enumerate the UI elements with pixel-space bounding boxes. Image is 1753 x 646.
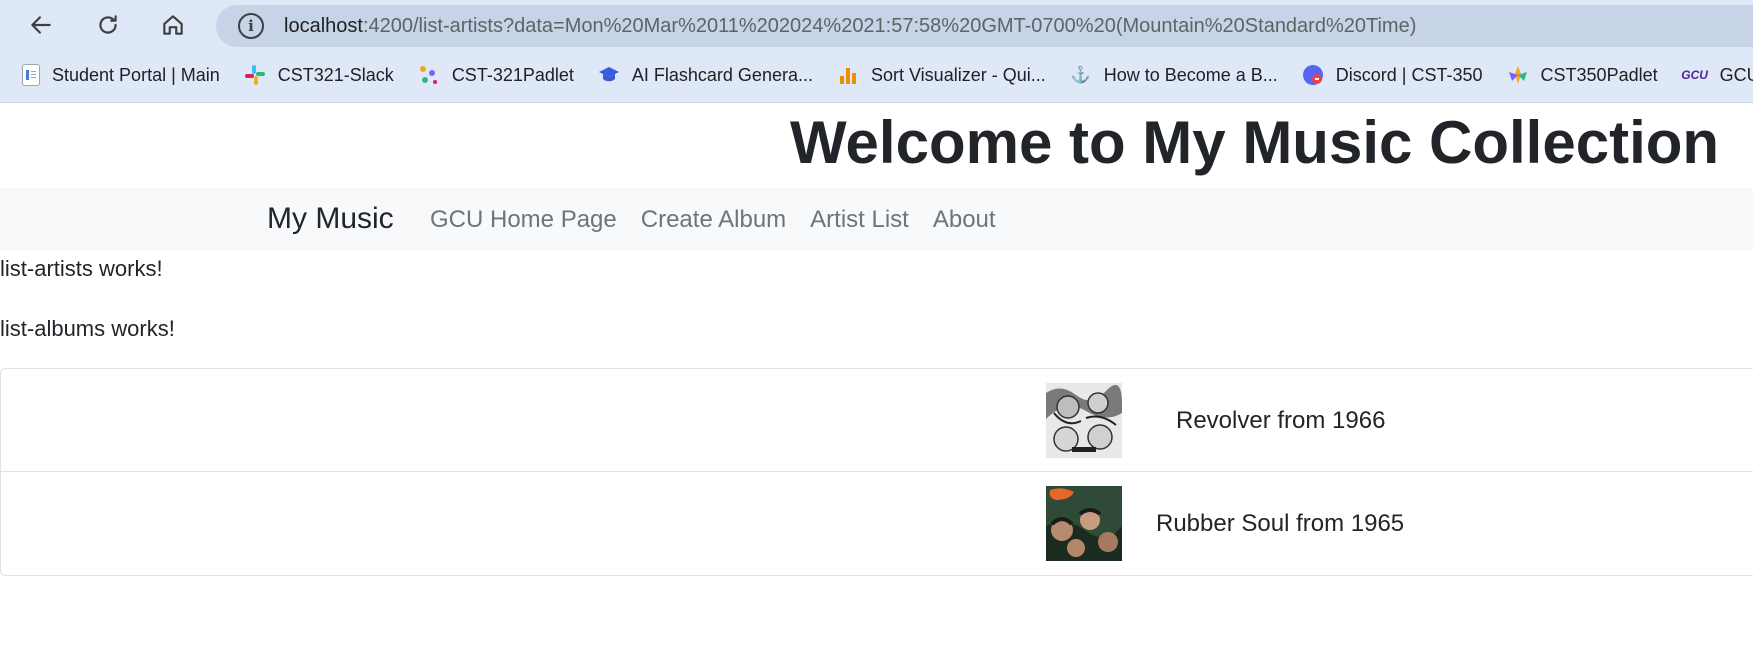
url-path: :4200/list-artists?data=Mon%20Mar%2011%2… — [362, 14, 1417, 37]
bookmark-gcu[interactable]: GCU GCU Co — [1681, 64, 1753, 86]
nav-links: GCU Home Page Create Album Artist List A… — [430, 206, 1020, 234]
album-list: Revolver from 1966 Rubber Soul from 1965 — [0, 368, 1753, 576]
geeksforgeeks-icon: ⚓ — [1070, 67, 1091, 84]
nav-gcu-home[interactable]: GCU Home Page — [430, 206, 617, 234]
bookmark-cst321-slack[interactable]: CST321-Slack — [244, 64, 394, 86]
site-info-icon[interactable]: i — [238, 13, 264, 39]
bookmark-label: Discord | CST-350 — [1335, 64, 1483, 85]
bookmark-label: Sort Visualizer - Qui... — [870, 64, 1046, 85]
album-label: Revolver from 1966 — [1176, 407, 1386, 434]
home-icon — [163, 15, 183, 35]
bookmark-student-portal[interactable]: Student Portal | Main — [22, 64, 220, 86]
padlet-icon — [1507, 64, 1529, 86]
nav-artist-list[interactable]: Artist List — [810, 206, 909, 234]
gcu-icon: GCU — [1681, 68, 1708, 82]
reload-button[interactable] — [88, 5, 128, 45]
bookmark-discord[interactable]: Discord | CST-350 — [1302, 64, 1483, 86]
bookmark-how-to-become[interactable]: ⚓ How to Become a B... — [1070, 64, 1278, 86]
list-item[interactable]: Revolver from 1966 — [1, 369, 1753, 472]
album-cover-image — [1046, 383, 1122, 458]
bookmark-label: CST-321Padlet — [451, 64, 574, 85]
album-cover-image — [1046, 486, 1122, 561]
page-content: Welcome to My Music Collection My Music … — [0, 103, 1753, 646]
bookmark-sort-visualizer[interactable]: Sort Visualizer - Qui... — [837, 64, 1046, 86]
url-host: localhost — [284, 14, 363, 37]
bookmark-label: CST350Padlet — [1540, 64, 1658, 85]
list-albums-message: list-albums works! — [0, 316, 175, 341]
bookmark-cst350-padlet[interactable]: CST350Padlet — [1507, 64, 1658, 86]
arrow-left-icon — [31, 16, 51, 34]
brand-link[interactable]: My Music — [267, 202, 394, 236]
browser-chrome: i localhost:4200/list-artists?data=Mon%2… — [0, 0, 1753, 103]
bookmark-ai-flashcard[interactable]: AI Flashcard Genera... — [598, 64, 813, 86]
bookmark-label: GCU Co — [1719, 64, 1753, 85]
list-item[interactable]: Rubber Soul from 1965 — [1, 472, 1753, 575]
bookmark-cst321-padlet[interactable]: CST-321Padlet — [418, 64, 574, 86]
bookmark-label: CST321-Slack — [277, 64, 394, 85]
document-icon — [22, 64, 40, 86]
album-label: Rubber Soul from 1965 — [1156, 510, 1405, 537]
home-button[interactable] — [153, 5, 193, 45]
page-title: Welcome to My Music Collection — [790, 109, 1720, 176]
nav-about[interactable]: About — [933, 206, 996, 234]
back-button[interactable] — [21, 5, 61, 45]
padlet-icon — [418, 64, 440, 86]
discord-icon — [1302, 64, 1324, 86]
bookmark-label: How to Become a B... — [1103, 64, 1278, 85]
bookmark-label: Student Portal | Main — [52, 64, 220, 85]
nav-create-album[interactable]: Create Album — [641, 206, 786, 234]
bookmark-label: AI Flashcard Genera... — [631, 64, 813, 85]
navbar: My Music GCU Home Page Create Album Arti… — [0, 188, 1753, 251]
reload-icon — [99, 15, 117, 34]
slack-icon — [244, 64, 266, 86]
graduation-cap-icon — [598, 64, 620, 86]
bar-chart-icon — [837, 64, 859, 86]
address-bar[interactable]: i localhost:4200/list-artists?data=Mon%2… — [216, 5, 1753, 47]
bookmarks-bar: Student Portal | Main CST321-Slack CST-3… — [0, 56, 1753, 94]
url-text[interactable]: localhost:4200/list-artists?data=Mon%20M… — [284, 15, 1416, 38]
list-artists-message: list-artists works! — [0, 256, 163, 281]
